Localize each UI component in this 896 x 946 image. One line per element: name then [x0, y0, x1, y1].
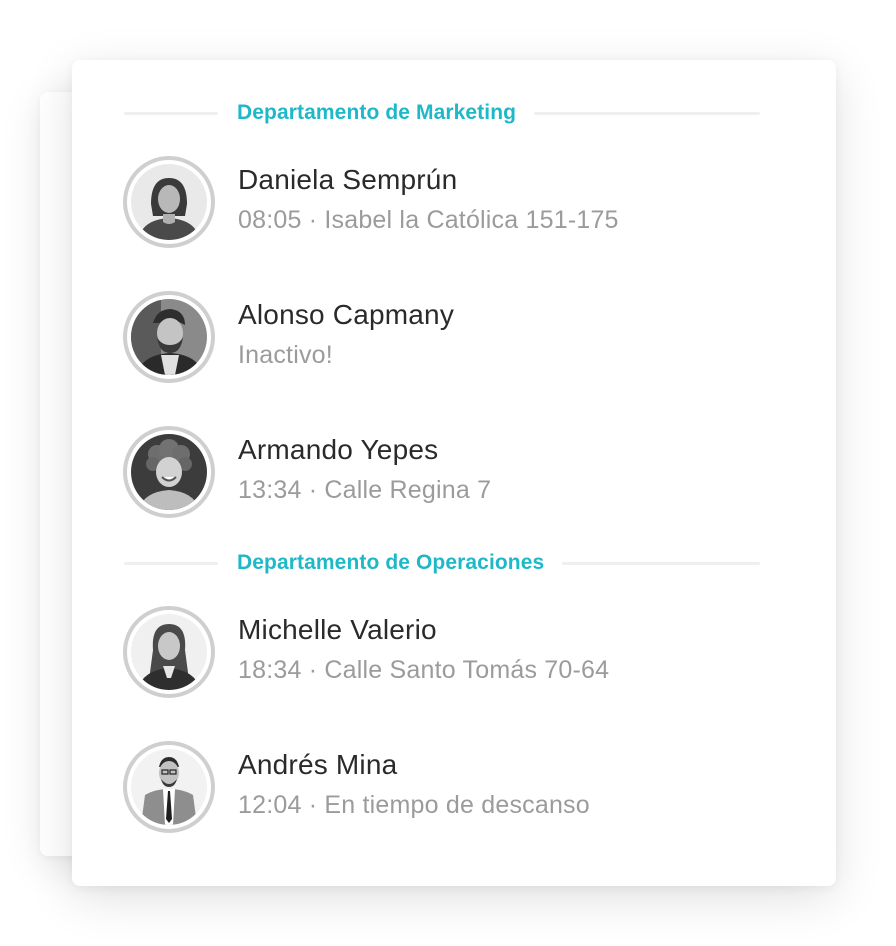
person-status: 13:34 · Calle Regina 7 [238, 476, 492, 504]
person-status: 08:05 · Isabel la Católica 151-175 [238, 206, 619, 234]
avatar [123, 156, 215, 248]
person-name: Andrés Mina [238, 749, 398, 780]
woman-avatar-icon [131, 164, 207, 240]
woman-long-hair-avatar-icon [131, 614, 207, 690]
person-name: Michelle Valerio [238, 614, 437, 645]
man-beard-avatar-icon [131, 299, 207, 375]
divider-line [562, 561, 760, 565]
page: Departamento de Marketing Daniela Semprú… [0, 0, 896, 946]
person-status: 18:34 · Calle Santo Tomás 70-64 [238, 656, 610, 684]
avatar [123, 426, 215, 518]
list-item[interactable]: Daniela Semprún 08:05 · Isabel la Católi… [123, 156, 763, 250]
man-suit-avatar-icon [131, 749, 207, 825]
list-item[interactable]: Andrés Mina 12:04 · En tiempo de descans… [123, 741, 763, 835]
section-title: Departamento de Operaciones [237, 551, 545, 574]
avatar [123, 606, 215, 698]
list-item[interactable]: Michelle Valerio 18:34 · Calle Santo Tom… [123, 606, 763, 700]
person-status: Inactivo! [238, 341, 333, 369]
section-header-marketing: Departamento de Marketing [124, 100, 760, 126]
person-name: Armando Yepes [238, 434, 439, 465]
section-header-operaciones: Departamento de Operaciones [124, 550, 760, 576]
avatar [123, 741, 215, 833]
avatar [123, 291, 215, 383]
person-name: Daniela Semprún [238, 164, 458, 195]
divider-line [124, 111, 218, 115]
divider-line [534, 111, 760, 115]
divider-line [124, 561, 218, 565]
person-name: Alonso Capmany [238, 299, 455, 330]
person-status: 12:04 · En tiempo de descanso [238, 791, 590, 819]
section-title: Departamento de Marketing [237, 101, 517, 124]
contacts-card: Departamento de Marketing Daniela Semprú… [72, 60, 836, 886]
man-curly-avatar-icon [131, 434, 207, 510]
list-item[interactable]: Armando Yepes 13:34 · Calle Regina 7 [123, 426, 763, 520]
list-item[interactable]: Alonso Capmany Inactivo! [123, 291, 763, 385]
